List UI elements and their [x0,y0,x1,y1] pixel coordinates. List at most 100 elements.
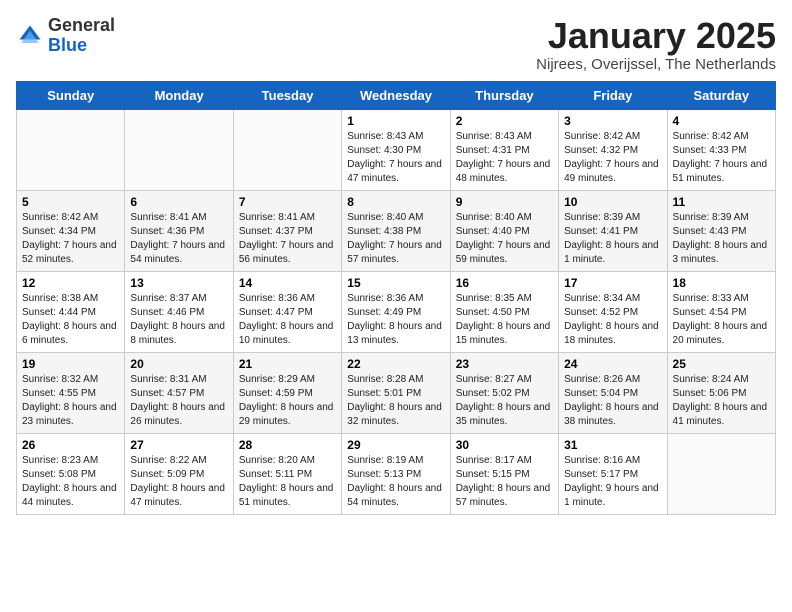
month-title: January 2025 [536,16,776,56]
day-number: 10 [564,195,661,209]
calendar-cell: 23Sunrise: 8:27 AM Sunset: 5:02 PM Dayli… [450,352,558,433]
day-number: 3 [564,114,661,128]
col-header-monday: Monday [125,81,233,109]
day-info: Sunrise: 8:36 AM Sunset: 4:49 PM Dayligh… [347,292,444,348]
calendar-cell: 22 Sunrise: 8:28 AM Sunset: 5:01 PM Dayli… [342,352,450,433]
day-info: Sunrise: 8:28 AM Sunset: 5:01 PM Dayligh… [347,373,444,429]
day-number: 17 [564,276,661,290]
calendar-cell [667,433,775,514]
day-number: 24 [564,357,661,371]
day-number: 15 [347,276,444,290]
day-number: 5 [22,195,119,209]
col-header-friday: Friday [559,81,667,109]
day-info: Sunrise: 8:36 AM Sunset: 4:47 PM Dayligh… [239,292,336,348]
day-number: 26 [22,438,119,452]
day-info: Sunrise: 8:17 AM Sunset: 5:15 PM Dayligh… [456,454,553,510]
day-number: 4 [673,114,770,128]
calendar-week-5: 26 Sunrise: 8:23 AM Sunset: 5:08 PM Dayli… [17,433,776,514]
day-info: Sunrise: 8:41 AM Sunset: 4:37 PM Dayligh… [239,211,336,267]
calendar-cell [233,109,341,190]
calendar-cell [125,109,233,190]
calendar-cell: 19 Sunrise: 8:32 AM Sunset: 4:55 PM Dayli… [17,352,125,433]
day-info: Sunrise: 8:32 AM Sunset: 4:55 PM Dayligh… [22,373,119,429]
day-number: 20 [130,357,227,371]
calendar-cell: 10 Sunrise: 8:39 AM Sunset: 4:41 PM Dayli… [559,190,667,271]
day-number: 31 [564,438,661,452]
day-number: 29 [347,438,444,452]
day-info: Sunrise: 8:20 AM Sunset: 5:11 PM Dayligh… [239,454,336,510]
calendar-header-row: SundayMondayTuesdayWednesdayThursdayFrid… [17,81,776,109]
day-info: Sunrise: 8:43 AM Sunset: 4:30 PM Dayligh… [347,130,444,186]
calendar-cell: 14 Sunrise: 8:36 AM Sunset: 4:47 PM Dayli… [233,271,341,352]
day-info: Sunrise: 8:31 AM Sunset: 4:57 PM Dayligh… [130,373,227,429]
calendar-cell: 27 Sunrise: 8:22 AM Sunset: 5:09 PM Dayli… [125,433,233,514]
day-info: Sunrise: 8:39 AM Sunset: 4:41 PM Dayligh… [564,211,661,267]
day-number: 14 [239,276,336,290]
calendar-week-3: 12 Sunrise: 8:38 AM Sunset: 4:44 PM Dayli… [17,271,776,352]
logo-blue-text: Blue [48,36,115,56]
day-number: 1 [347,114,444,128]
location-subtitle: Nijrees, Overijssel, The Netherlands [536,56,776,73]
calendar-cell: 24 Sunrise: 8:26 AM Sunset: 5:04 PM Dayli… [559,352,667,433]
day-info: Sunrise: 8:35 AM Sunset: 4:50 PM Dayligh… [456,292,553,348]
day-info: Sunrise: 8:37 AM Sunset: 4:46 PM Dayligh… [130,292,227,348]
day-info: Sunrise: 8:39 AM Sunset: 4:43 PM Dayligh… [673,211,770,267]
day-number: 2 [456,114,553,128]
calendar-cell: 16 Sunrise: 8:35 AM Sunset: 4:50 PM Dayli… [450,271,558,352]
calendar-week-1: 1 Sunrise: 8:43 AM Sunset: 4:30 PM Daylig… [17,109,776,190]
day-number: 7 [239,195,336,209]
col-header-thursday: Thursday [450,81,558,109]
col-header-sunday: Sunday [17,81,125,109]
day-info: Sunrise: 8:38 AM Sunset: 4:44 PM Dayligh… [22,292,119,348]
calendar-table: SundayMondayTuesdayWednesdayThursdayFrid… [16,81,776,515]
calendar-cell: 25 Sunrise: 8:24 AM Sunset: 5:06 PM Dayli… [667,352,775,433]
calendar-cell: 12 Sunrise: 8:38 AM Sunset: 4:44 PM Dayli… [17,271,125,352]
day-info: Sunrise: 8:34 AM Sunset: 4:52 PM Dayligh… [564,292,661,348]
day-number: 16 [456,276,553,290]
calendar-cell: 9 Sunrise: 8:40 AM Sunset: 4:40 PM Daylig… [450,190,558,271]
day-number: 12 [22,276,119,290]
day-info: Sunrise: 8:16 AM Sunset: 5:17 PM Dayligh… [564,454,661,510]
calendar-week-2: 5 Sunrise: 8:42 AM Sunset: 4:34 PM Daylig… [17,190,776,271]
calendar-cell: 21 Sunrise: 8:29 AM Sunset: 4:59 PM Dayli… [233,352,341,433]
calendar-cell: 8Sunrise: 8:40 AM Sunset: 4:38 PM Daylig… [342,190,450,271]
calendar-cell: 28 Sunrise: 8:20 AM Sunset: 5:11 PM Dayli… [233,433,341,514]
page-header: General Blue January 2025 Nijrees, Overi… [16,16,776,73]
calendar-cell: 6Sunrise: 8:41 AM Sunset: 4:36 PM Daylig… [125,190,233,271]
calendar-cell: 3 Sunrise: 8:42 AM Sunset: 4:32 PM Daylig… [559,109,667,190]
day-number: 23 [456,357,553,371]
calendar-cell: 30Sunrise: 8:17 AM Sunset: 5:15 PM Dayli… [450,433,558,514]
calendar-cell: 29 Sunrise: 8:19 AM Sunset: 5:13 PM Dayli… [342,433,450,514]
calendar-cell: 15 Sunrise: 8:36 AM Sunset: 4:49 PM Dayli… [342,271,450,352]
day-info: Sunrise: 8:26 AM Sunset: 5:04 PM Dayligh… [564,373,661,429]
title-block: January 2025 Nijrees, Overijssel, The Ne… [536,16,776,73]
day-number: 25 [673,357,770,371]
day-info: Sunrise: 8:43 AM Sunset: 4:31 PM Dayligh… [456,130,553,186]
col-header-saturday: Saturday [667,81,775,109]
day-info: Sunrise: 8:22 AM Sunset: 5:09 PM Dayligh… [130,454,227,510]
day-info: Sunrise: 8:23 AM Sunset: 5:08 PM Dayligh… [22,454,119,510]
day-number: 19 [22,357,119,371]
day-number: 28 [239,438,336,452]
calendar-cell: 7 Sunrise: 8:41 AM Sunset: 4:37 PM Daylig… [233,190,341,271]
calendar-cell: 17 Sunrise: 8:34 AM Sunset: 4:52 PM Dayli… [559,271,667,352]
day-number: 22 [347,357,444,371]
calendar-cell: 4 Sunrise: 8:42 AM Sunset: 4:33 PM Daylig… [667,109,775,190]
day-number: 27 [130,438,227,452]
day-number: 9 [456,195,553,209]
day-info: Sunrise: 8:19 AM Sunset: 5:13 PM Dayligh… [347,454,444,510]
day-info: Sunrise: 8:29 AM Sunset: 4:59 PM Dayligh… [239,373,336,429]
day-number: 21 [239,357,336,371]
calendar-cell: 5 Sunrise: 8:42 AM Sunset: 4:34 PM Daylig… [17,190,125,271]
day-info: Sunrise: 8:24 AM Sunset: 5:06 PM Dayligh… [673,373,770,429]
day-info: Sunrise: 8:42 AM Sunset: 4:34 PM Dayligh… [22,211,119,267]
col-header-wednesday: Wednesday [342,81,450,109]
logo-general-text: General [48,16,115,36]
day-info: Sunrise: 8:42 AM Sunset: 4:33 PM Dayligh… [673,130,770,186]
logo: General Blue [16,16,115,56]
calendar-cell: 18Sunrise: 8:33 AM Sunset: 4:54 PM Dayli… [667,271,775,352]
day-number: 8 [347,195,444,209]
calendar-cell: 20 Sunrise: 8:31 AM Sunset: 4:57 PM Dayli… [125,352,233,433]
day-info: Sunrise: 8:40 AM Sunset: 4:40 PM Dayligh… [456,211,553,267]
day-info: Sunrise: 8:42 AM Sunset: 4:32 PM Dayligh… [564,130,661,186]
